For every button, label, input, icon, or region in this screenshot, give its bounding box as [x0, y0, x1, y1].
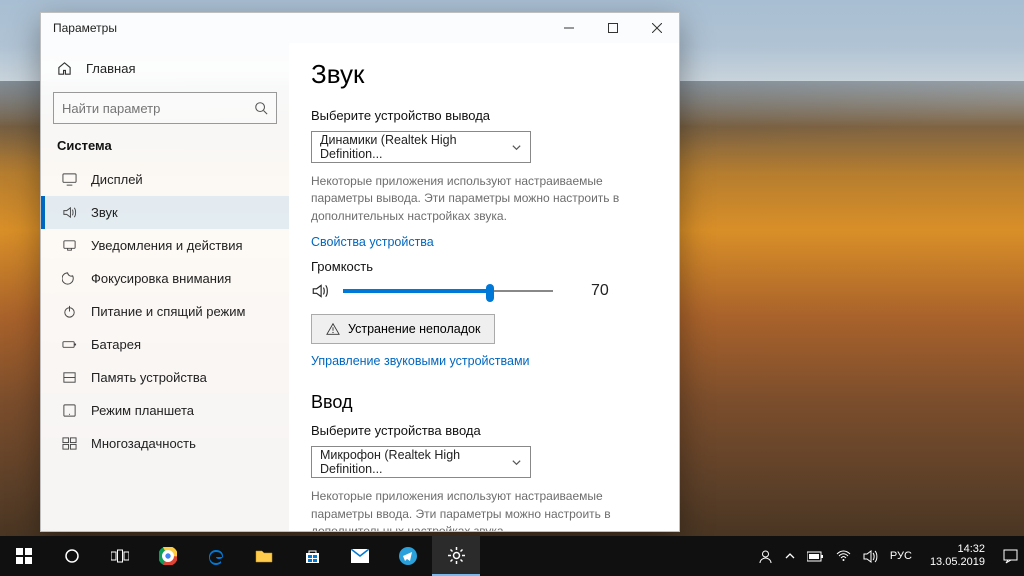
multitask-icon	[61, 436, 77, 451]
close-button[interactable]	[635, 13, 679, 43]
warning-icon	[326, 322, 340, 336]
slider-thumb[interactable]	[486, 284, 494, 302]
input-desc: Некоторые приложения используют настраив…	[311, 488, 641, 531]
volume-label: Громкость	[311, 259, 657, 274]
mail-icon[interactable]	[336, 536, 384, 576]
sidebar-item-label: Звук	[91, 205, 118, 220]
cortana-icon[interactable]	[48, 536, 96, 576]
sound-icon	[61, 205, 77, 220]
sidebar-item-label: Многозадачность	[91, 436, 196, 451]
output-device-value: Динамики (Realtek High Definition...	[320, 133, 511, 161]
tray-clock[interactable]: 14:32 13.05.2019	[924, 543, 991, 568]
store-icon[interactable]	[288, 536, 336, 576]
manage-devices-link[interactable]: Управление звуковыми устройствами	[311, 354, 530, 368]
display-icon	[61, 172, 77, 187]
titlebar[interactable]: Параметры	[41, 13, 679, 43]
speaker-icon	[311, 282, 329, 300]
settings-taskbar-icon[interactable]	[432, 536, 480, 576]
tray-people-icon[interactable]	[758, 549, 773, 564]
sidebar-item-label: Питание и спящий режим	[91, 304, 245, 319]
input-section-title: Ввод	[311, 392, 657, 413]
sidebar-home[interactable]: Главная	[41, 55, 289, 92]
chevron-down-icon	[511, 457, 522, 468]
volume-value: 70	[591, 282, 609, 300]
sidebar-item-label: Память устройства	[91, 370, 207, 385]
home-icon	[57, 61, 72, 76]
taskview-icon[interactable]	[96, 536, 144, 576]
telegram-icon[interactable]	[384, 536, 432, 576]
sidebar-item-label: Батарея	[91, 337, 141, 352]
search-input[interactable]	[53, 92, 277, 124]
tray-volume-icon[interactable]	[863, 550, 878, 563]
troubleshoot-button[interactable]: Устранение неполадок	[311, 314, 495, 344]
start-button[interactable]	[0, 536, 48, 576]
maximize-button[interactable]	[591, 13, 635, 43]
sidebar-item-tablet[interactable]: Режим планшета	[41, 394, 289, 427]
sidebar-item-storage[interactable]: Память устройства	[41, 361, 289, 394]
sidebar-item-multitask[interactable]: Многозадачность	[41, 427, 289, 460]
tray-time: 14:32	[930, 543, 985, 556]
window-title: Параметры	[53, 21, 117, 35]
sidebar-item-label: Режим планшета	[91, 403, 194, 418]
search-field[interactable]	[62, 101, 254, 116]
power-icon	[61, 304, 77, 319]
volume-slider[interactable]	[343, 283, 553, 299]
chevron-down-icon	[511, 142, 522, 153]
tray-date: 13.05.2019	[930, 556, 985, 569]
edge-icon[interactable]	[192, 536, 240, 576]
device-properties-link[interactable]: Свойства устройства	[311, 235, 434, 249]
focus-icon	[61, 271, 77, 286]
sidebar-item-power[interactable]: Питание и спящий режим	[41, 295, 289, 328]
output-device-label: Выберите устройство вывода	[311, 108, 657, 123]
tray-chevron-up-icon[interactable]	[785, 551, 795, 561]
sidebar-item-focus[interactable]: Фокусировка внимания	[41, 262, 289, 295]
sidebar-item-label: Фокусировка внимания	[91, 271, 231, 286]
tray-notifications-icon[interactable]	[1003, 549, 1018, 564]
tray-battery-icon[interactable]	[807, 551, 824, 562]
settings-window: Параметры Главная	[40, 12, 680, 532]
explorer-icon[interactable]	[240, 536, 288, 576]
search-icon	[254, 101, 268, 115]
input-device-value: Микрофон (Realtek High Definition...	[320, 448, 511, 476]
storage-icon	[61, 370, 77, 385]
notification-icon	[61, 238, 77, 253]
page-title: Звук	[311, 59, 657, 90]
tablet-icon	[61, 403, 77, 418]
tray-language[interactable]: РУС	[890, 550, 912, 562]
input-device-label: Выберите устройства ввода	[311, 423, 657, 438]
output-device-select[interactable]: Динамики (Realtek High Definition...	[311, 131, 531, 163]
input-device-select[interactable]: Микрофон (Realtek High Definition...	[311, 446, 531, 478]
troubleshoot-label: Устранение неполадок	[348, 322, 480, 336]
sidebar: Главная Система Дисплей Звук	[41, 43, 289, 531]
output-desc: Некоторые приложения используют настраив…	[311, 173, 641, 225]
sidebar-section-title: Система	[41, 138, 289, 163]
sidebar-item-display[interactable]: Дисплей	[41, 163, 289, 196]
minimize-button[interactable]	[547, 13, 591, 43]
sidebar-item-battery[interactable]: Батарея	[41, 328, 289, 361]
taskbar[interactable]: РУС 14:32 13.05.2019	[0, 536, 1024, 576]
battery-icon	[61, 337, 77, 352]
sidebar-item-label: Дисплей	[91, 172, 143, 187]
sidebar-item-label: Уведомления и действия	[91, 238, 243, 253]
main-content: Звук Выберите устройство вывода Динамики…	[289, 43, 679, 531]
tray-wifi-icon[interactable]	[836, 550, 851, 562]
sidebar-home-label: Главная	[86, 61, 135, 76]
sidebar-item-sound[interactable]: Звук	[41, 196, 289, 229]
sidebar-item-notifications[interactable]: Уведомления и действия	[41, 229, 289, 262]
chrome-icon[interactable]	[144, 536, 192, 576]
